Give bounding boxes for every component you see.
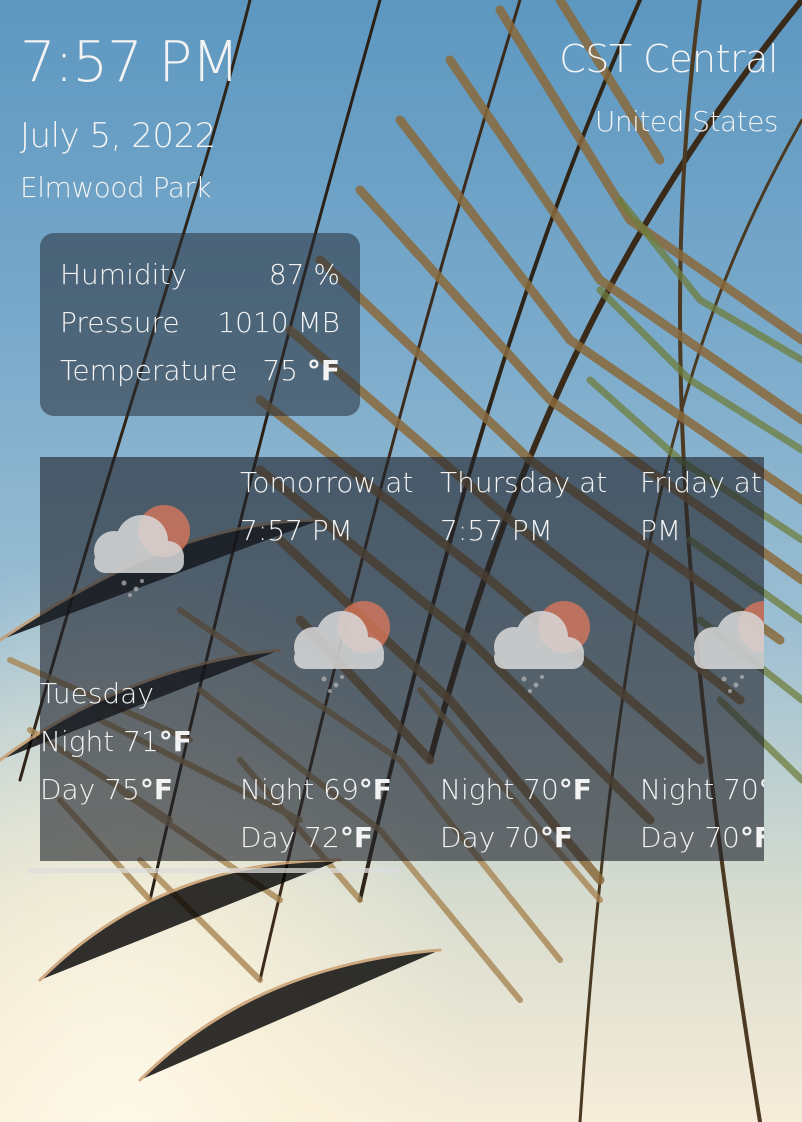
temperature-number: 75 [262,354,298,387]
forecast-card-tomorrow: Tomorrow at 7:57 PM Night 69°F Day 72°F [240,457,440,861]
forecast-day-temp: Day 72°F [240,821,373,854]
pressure-row: Pressure 1010 MB [60,306,340,346]
pressure-label: Pressure [60,306,180,339]
forecast-day-temp: Day 75°F [40,773,173,806]
location-city: Elmwood Park [20,171,212,204]
forecast-when: Tomorrow at 7:57 PM [240,466,414,547]
forecast-day-temp: Day 70°F [440,821,573,854]
forecast-temps-friday: Night 70°F Day 70°F [640,766,764,861]
current-conditions-panel: Humidity 87 % Pressure 1010 MB Temperatu… [40,233,360,416]
current-date: July 5, 2022 [20,116,216,156]
forecast-when: Friday at PM [640,466,762,547]
temperature-label: Temperature [60,354,238,387]
forecast-night-temp: Night 70°F [640,773,764,806]
forecast-day-temp: Day 70°F [640,821,764,854]
current-time: 7:57 PM [20,30,240,95]
rain-cloud-sun-icon [94,505,190,597]
forecast-card-friday: Friday at PM Night 70°F Day 70°F [640,457,764,861]
rain-cloud-sun-icon [694,601,764,693]
forecast-card-thursday: Thursday at 7:57 PM Night 70°F Day 70°F [440,457,640,861]
rain-cloud-sun-icon [294,601,390,693]
humidity-value: 87 % [268,258,340,291]
forecast-night-temp: Night 71°F [40,725,192,758]
forecast-night-temp: Night 70°F [440,773,592,806]
forecast-night-temp: Night 69°F [240,773,392,806]
pressure-value: 1010 MB [217,306,340,339]
temperature-value: 75 °F [262,354,340,387]
forecast-strip[interactable]: Tuesday Night 71°F Day 75°F Tomorrow at … [40,457,764,861]
rain-cloud-sun-icon [494,601,590,693]
forecast-temps-tomorrow: Night 69°F Day 72°F [240,766,392,861]
forecast-temps-today: Tuesday Night 71°F Day 75°F [40,670,192,814]
forecast-temps-thursday: Night 70°F Day 70°F [440,766,592,861]
forecast-card-today: Tuesday Night 71°F Day 75°F [40,457,240,861]
humidity-label: Humidity [60,258,187,291]
temperature-unit: °F [306,354,340,387]
humidity-row: Humidity 87 % [60,258,340,298]
location-country: United States [594,105,779,138]
forecast-day-label: Tuesday [40,677,154,710]
temperature-row: Temperature 75 °F [60,354,340,394]
forecast-when: Thursday at 7:57 PM [440,466,608,547]
forecast-scrollbar[interactable] [28,868,400,873]
timezone-label: CST Central [559,37,778,81]
